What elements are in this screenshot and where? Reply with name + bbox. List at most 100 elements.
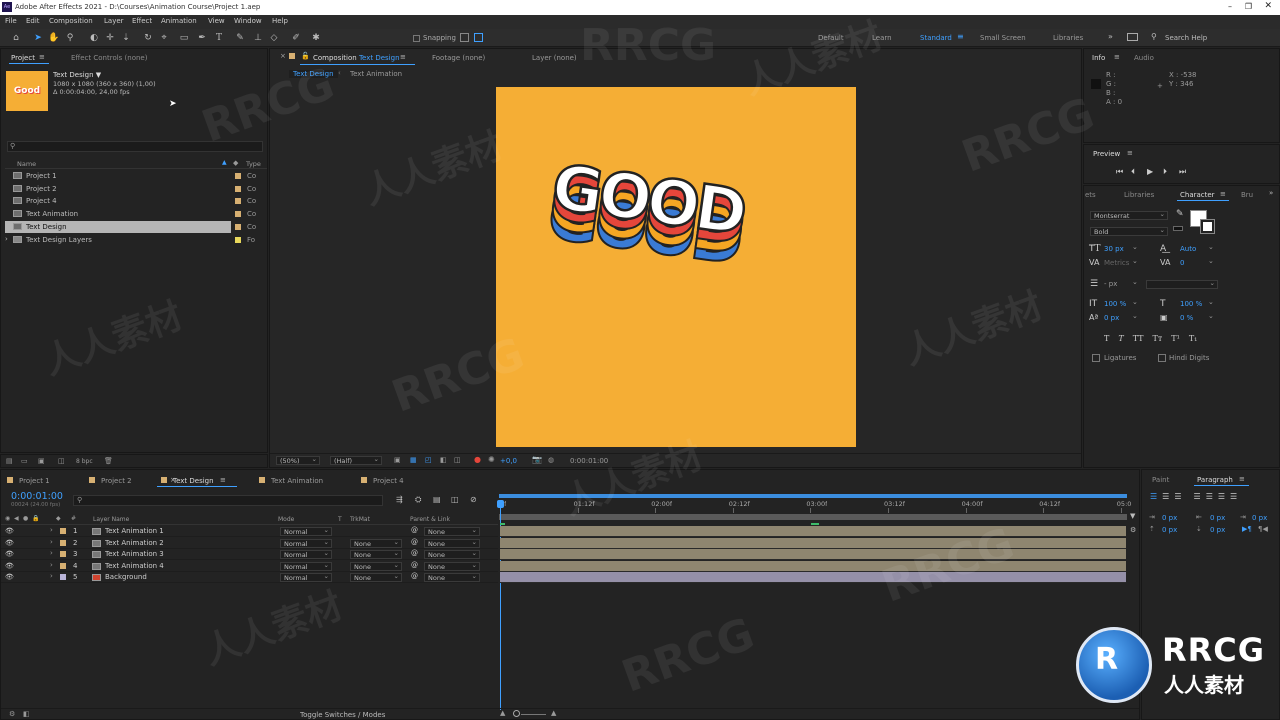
- timeline-end-icon[interactable]: ▼: [1130, 512, 1135, 520]
- mask-visibility-icon[interactable]: ◰: [425, 456, 432, 464]
- label-color-swatch[interactable]: [235, 211, 241, 218]
- current-time[interactable]: 0:00:01:00: [11, 491, 63, 502]
- timeline-search-input[interactable]: ⚲: [73, 495, 383, 506]
- all-caps-icon[interactable]: TT: [1133, 334, 1144, 343]
- dolly-camera-icon[interactable]: ⇣: [120, 32, 132, 44]
- hindi-digits-checkbox[interactable]: [1158, 354, 1166, 362]
- selection-tool-icon[interactable]: ➤: [32, 32, 44, 44]
- label-color-swatch[interactable]: [235, 236, 241, 243]
- tab-paragraph[interactable]: Paragraph: [1197, 476, 1233, 484]
- zoom-out-icon[interactable]: ▲: [500, 709, 505, 717]
- snapshot-icon[interactable]: 📷: [532, 455, 542, 464]
- minimize-icon[interactable]: –: [1228, 2, 1232, 11]
- show-channel-icon[interactable]: ◍: [548, 456, 554, 464]
- workspace-libraries[interactable]: Libraries: [1053, 34, 1083, 42]
- horizontal-scale-value[interactable]: 100 %: [1180, 300, 1202, 308]
- justify-center-icon[interactable]: ☰: [1206, 492, 1213, 501]
- timeline-tab[interactable]: Project 4: [373, 477, 404, 485]
- kerning-value[interactable]: Metrics: [1104, 259, 1129, 267]
- project-item[interactable]: Text Animation Co: [5, 208, 265, 220]
- leading-dd-icon[interactable]: ⌄: [1208, 243, 1214, 251]
- baseline-shift-value[interactable]: 0 px: [1104, 314, 1119, 322]
- stroke-style-dropdown[interactable]: [1146, 279, 1218, 289]
- first-frame-icon[interactable]: ⏮: [1116, 167, 1123, 177]
- timeline-tab-close-icon[interactable]: ×: [170, 476, 176, 484]
- kerning-dd-icon[interactable]: ⌄: [1132, 257, 1138, 265]
- menu-layer[interactable]: Layer: [104, 17, 124, 25]
- layer-duration-bar[interactable]: [500, 572, 1126, 583]
- align-left-icon[interactable]: ☰: [1150, 492, 1157, 501]
- layer-name[interactable]: Text Animation 3: [105, 550, 164, 558]
- menu-file[interactable]: File: [5, 17, 17, 25]
- column-name[interactable]: Name: [17, 160, 36, 168]
- indent-left-value[interactable]: 0 px: [1162, 514, 1177, 522]
- zoom-slider-knob[interactable]: [513, 710, 520, 717]
- tsume-value[interactable]: 0 %: [1180, 314, 1193, 322]
- tab-paint[interactable]: Paint: [1152, 476, 1169, 484]
- layer-label-swatch[interactable]: [60, 528, 66, 534]
- label-color-swatch[interactable]: [235, 223, 241, 230]
- layer-label-swatch[interactable]: [60, 574, 66, 580]
- comp-lock-icon[interactable]: ×: [280, 52, 286, 60]
- work-area-bar[interactable]: [499, 514, 1127, 520]
- new-comp-icon[interactable]: ▣: [38, 457, 45, 465]
- stroke-width-value[interactable]: - px: [1104, 280, 1117, 288]
- superscript-icon[interactable]: T¹: [1171, 334, 1180, 343]
- exposure-value[interactable]: +0,0: [500, 457, 517, 465]
- tab-preview[interactable]: Preview: [1093, 150, 1120, 158]
- comp-flowchart-icon[interactable]: ⇶: [396, 495, 403, 504]
- tab-brushes[interactable]: Bru: [1241, 191, 1253, 199]
- pick-whip-icon[interactable]: @: [411, 549, 418, 557]
- ltr-direction-icon[interactable]: ▶¶: [1242, 525, 1252, 533]
- parent-dropdown[interactable]: None: [424, 561, 480, 571]
- color-channel-icon[interactable]: ●: [474, 455, 481, 464]
- zoom-tool-icon[interactable]: ⚲: [64, 32, 76, 44]
- tab-info[interactable]: Info: [1092, 54, 1105, 62]
- project-item[interactable]: Text Design Co: [5, 220, 256, 233]
- project-item[interactable]: Project 2 Co: [5, 183, 265, 195]
- layer-name[interactable]: Text Animation 2: [105, 539, 164, 547]
- exposure-icon[interactable]: ✺: [488, 455, 495, 464]
- render-time-icon[interactable]: ⚙: [9, 710, 15, 718]
- zoom-in-icon[interactable]: ▲: [551, 709, 556, 717]
- maximize-icon[interactable]: ❐: [1245, 2, 1252, 11]
- toggle-switches-modes[interactable]: Toggle Switches / Modes: [300, 711, 385, 719]
- sync-icon[interactable]: [1127, 33, 1138, 41]
- menu-effect[interactable]: Effect: [132, 17, 152, 25]
- project-menu-icon[interactable]: ≡: [39, 53, 45, 61]
- puppet-pin-icon[interactable]: ✱: [310, 32, 322, 44]
- eyedropper-icon[interactable]: ✎: [1176, 209, 1184, 219]
- space-after-value[interactable]: 0 px: [1210, 526, 1225, 534]
- project-item[interactable]: › Text Design Layers Fo: [5, 234, 265, 246]
- trkmat-dropdown[interactable]: None: [350, 561, 402, 571]
- delete-icon[interactable]: 🗑: [104, 457, 113, 465]
- draft-3d-icon[interactable]: ⛭: [415, 495, 421, 505]
- workspace-standard[interactable]: Standard: [920, 34, 952, 42]
- menu-window[interactable]: Window: [234, 17, 262, 25]
- guides-icon[interactable]: ◧: [440, 456, 447, 464]
- trkmat-header[interactable]: TrkMat: [350, 516, 370, 523]
- menu-view[interactable]: View: [208, 17, 225, 25]
- label-color-swatch[interactable]: [235, 173, 241, 179]
- layer-row[interactable]: 👁 › 3 Text Animation 3 Normal None @ None: [1, 549, 498, 560]
- leading-value[interactable]: Auto: [1180, 245, 1196, 253]
- trkmat-dropdown[interactable]: None: [350, 538, 402, 548]
- baseline-dd-icon[interactable]: ⌄: [1132, 312, 1138, 320]
- comp-menu-icon[interactable]: ≡: [400, 53, 406, 61]
- small-caps-icon[interactable]: Tт: [1153, 334, 1163, 343]
- stroke-width-dd-icon[interactable]: ⌄: [1132, 278, 1138, 286]
- pick-whip-icon[interactable]: @: [411, 526, 418, 534]
- layer-mode-dropdown[interactable]: Normal: [280, 538, 332, 548]
- trkmat-dropdown[interactable]: None: [350, 549, 402, 559]
- snap-options-icon[interactable]: [460, 33, 469, 42]
- brush-tool-icon[interactable]: ✎: [234, 32, 246, 44]
- timeline-tab[interactable]: Project 2: [101, 477, 132, 485]
- tab-layer[interactable]: Layer (none): [532, 54, 577, 62]
- layer-mode-dropdown[interactable]: Normal: [280, 561, 332, 571]
- align-center-icon[interactable]: ☰: [1162, 492, 1169, 501]
- next-frame-icon[interactable]: ⏵: [1163, 167, 1167, 177]
- eye-icon[interactable]: 👁: [5, 573, 14, 581]
- paragraph-menu-icon[interactable]: ≡: [1239, 475, 1245, 483]
- interpret-footage-icon[interactable]: ▤: [6, 457, 13, 465]
- mode-header[interactable]: Mode: [278, 516, 294, 523]
